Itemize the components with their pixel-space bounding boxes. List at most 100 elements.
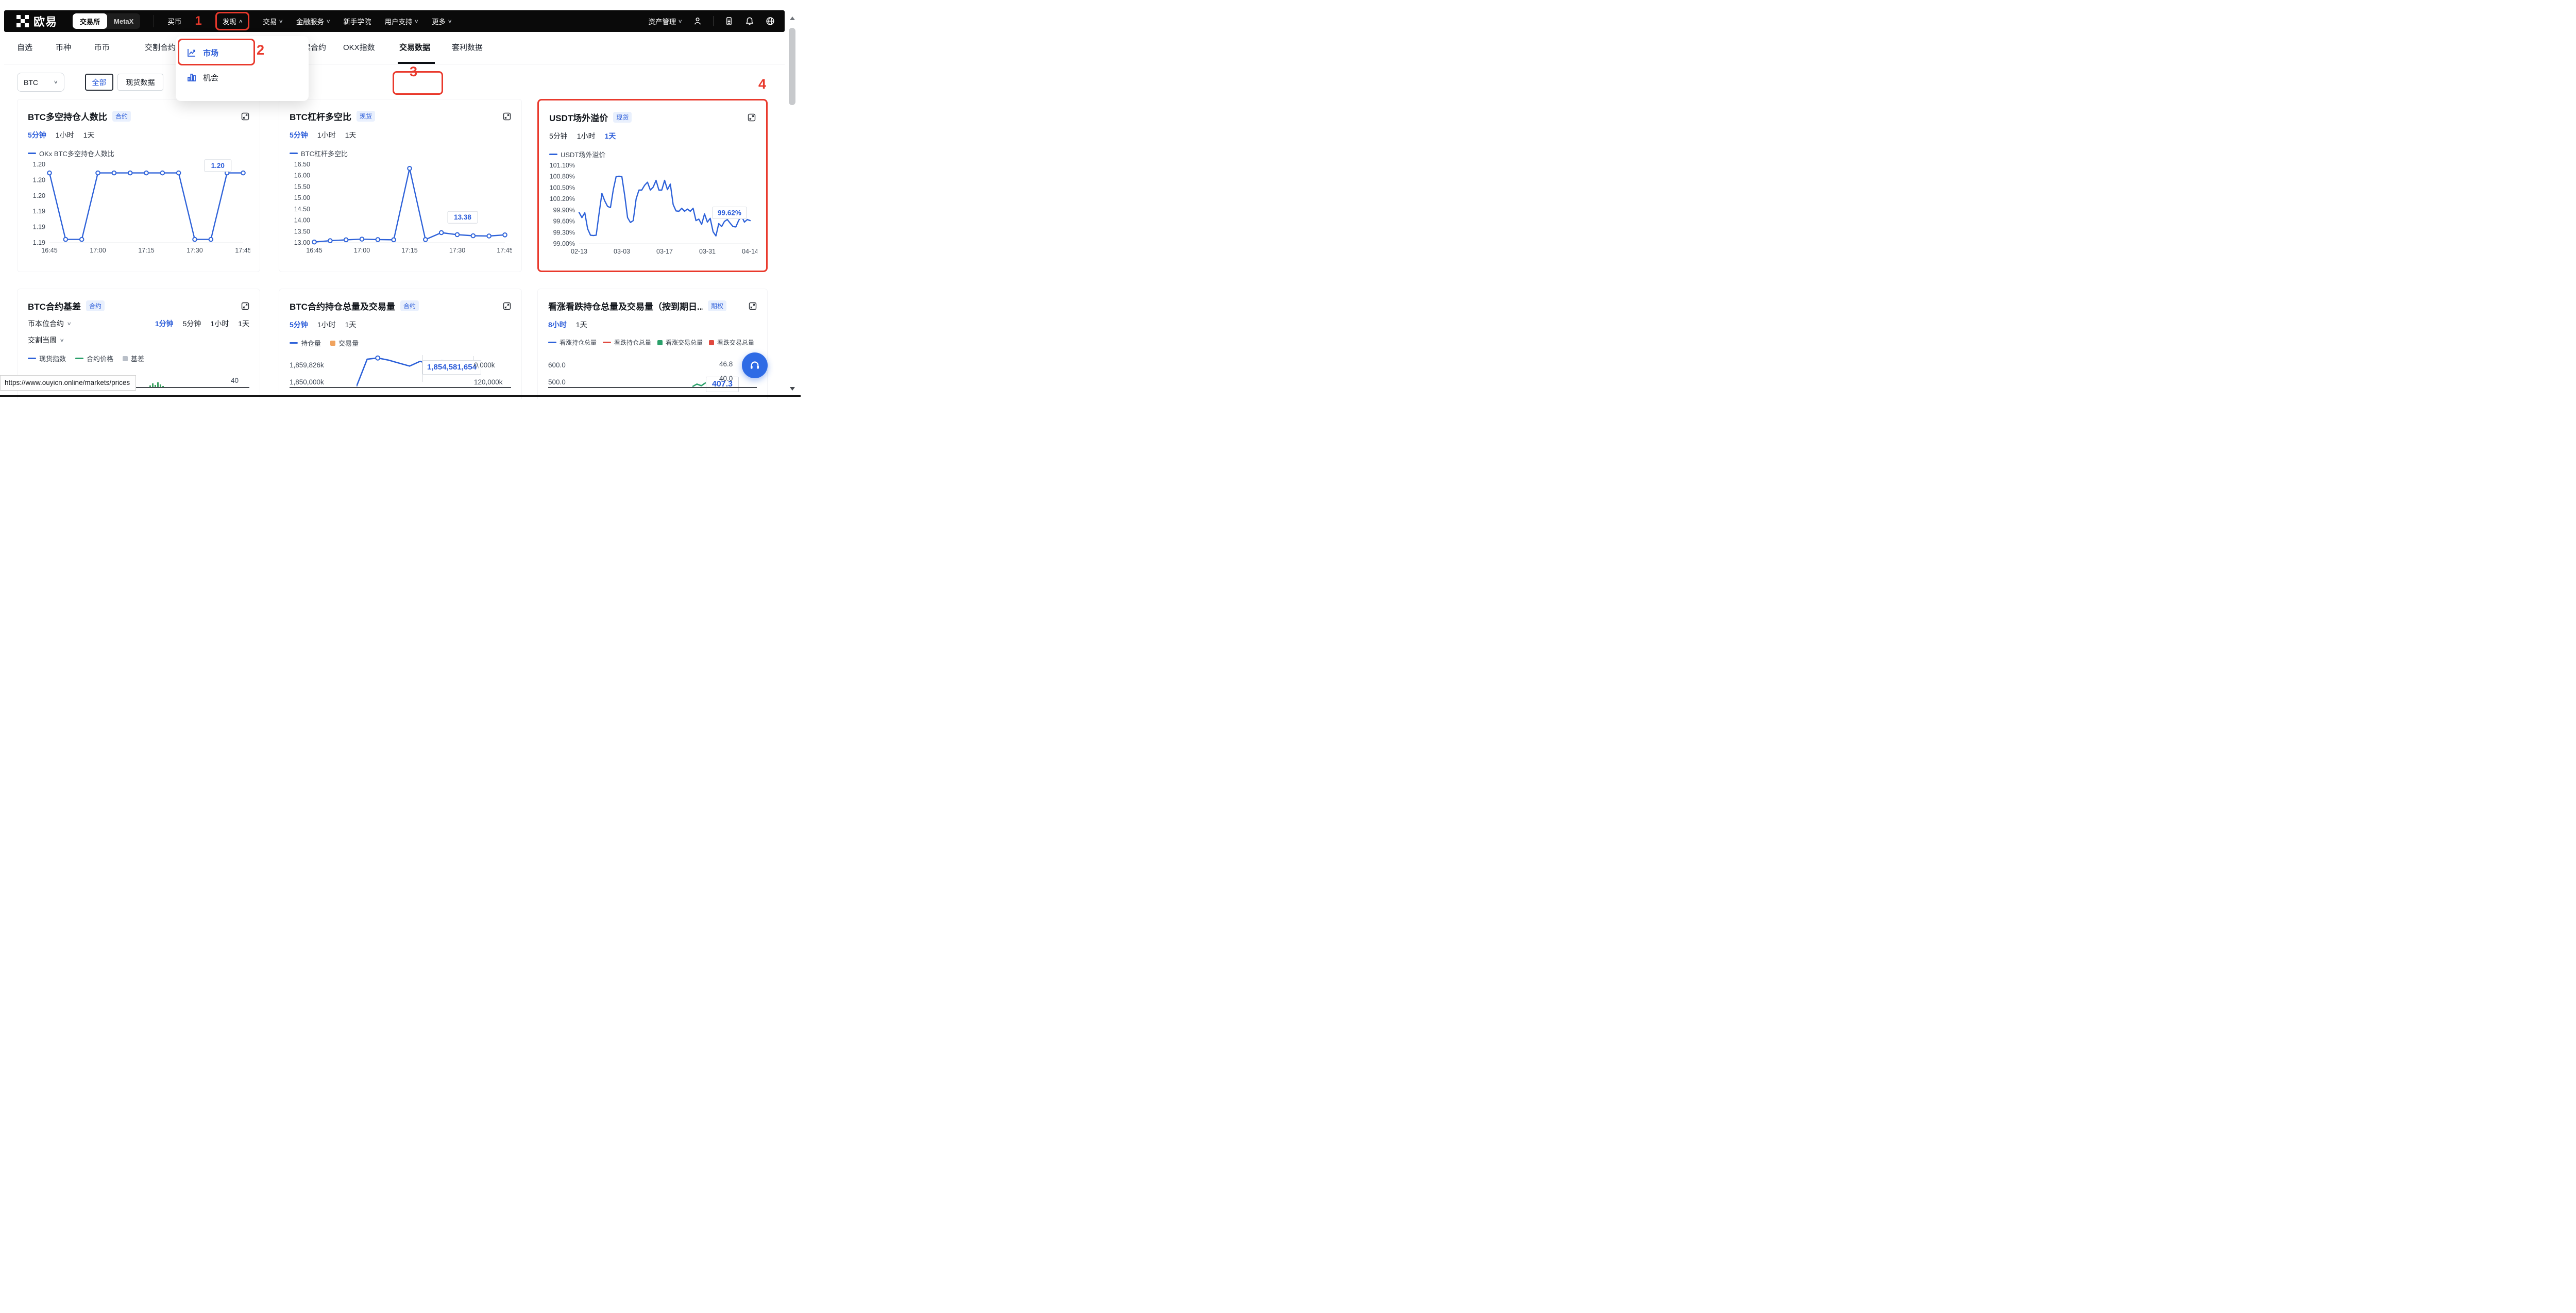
- legend-item[interactable]: 看涨交易总量: [657, 338, 703, 347]
- svg-text:16:45: 16:45: [306, 247, 322, 254]
- tab-5min[interactable]: 5分钟: [290, 319, 308, 330]
- scroll-down-arrow[interactable]: [790, 387, 795, 391]
- chevron-down-icon: ∨: [54, 79, 58, 85]
- tab-1day[interactable]: 1天: [83, 130, 95, 140]
- contract-type-select[interactable]: 币本位合约∨: [28, 318, 71, 329]
- okx-trade-data-page: 欧易 交易所 MetaX 买币 1 发现∧ 交易∨ 金融服务∨ 新手学院 用户支…: [0, 0, 801, 399]
- legend-item[interactable]: 看涨持仓总量: [548, 338, 597, 347]
- legend-item[interactable]: OKx BTC多空持仓人数比: [28, 148, 114, 158]
- legend-item[interactable]: 基差: [123, 354, 144, 363]
- svg-text:14.50: 14.50: [294, 206, 310, 213]
- tab-1day[interactable]: 1天: [345, 130, 357, 140]
- legend-item[interactable]: BTC杠杆多空比: [290, 148, 348, 158]
- right-axis-label: 0,000k: [474, 361, 495, 369]
- download-app-icon[interactable]: [724, 16, 734, 26]
- customer-support-button[interactable]: [742, 352, 768, 378]
- nav-buy-crypto[interactable]: 买币: [167, 16, 181, 26]
- legend-item[interactable]: 现货指数: [28, 354, 66, 363]
- annotation-step-1: 1: [195, 14, 201, 28]
- card-title: BTC合约持仓总量及交易量: [290, 299, 395, 312]
- tab-1min[interactable]: 1分钟: [155, 318, 174, 329]
- subnav-favorites[interactable]: 自选: [17, 32, 32, 63]
- right-axis-label: 120,000k: [474, 378, 503, 386]
- market-badge: 合约: [86, 300, 105, 311]
- right-axis-label: 46.8: [719, 360, 733, 368]
- expand-icon[interactable]: [241, 112, 249, 121]
- menu-item-opportunities[interactable]: 机会: [176, 65, 309, 90]
- expand-icon[interactable]: [749, 302, 757, 310]
- expand-icon[interactable]: [748, 113, 756, 122]
- toggle-exchange[interactable]: 交易所: [73, 13, 107, 29]
- globe-icon[interactable]: [765, 16, 775, 26]
- tab-5min[interactable]: 5分钟: [549, 131, 568, 141]
- coin-select[interactable]: BTC∨: [17, 73, 64, 92]
- annotation-step-4: 4: [758, 76, 766, 92]
- scrollbar-thumb[interactable]: [789, 28, 795, 105]
- svg-text:17:45: 17:45: [497, 247, 512, 254]
- expand-icon[interactable]: [503, 112, 511, 121]
- legend-item[interactable]: USDT场外溢价: [549, 149, 605, 159]
- okx-logo-icon: [16, 15, 29, 27]
- svg-text:13.38: 13.38: [454, 213, 471, 221]
- annotation-box-2: [178, 39, 255, 65]
- filter-spot-data-button[interactable]: 现货数据: [117, 74, 163, 91]
- tab-1day[interactable]: 1天: [345, 319, 357, 330]
- tab-1hour[interactable]: 1小时: [56, 130, 74, 140]
- chart-baseline: [290, 387, 511, 388]
- svg-text:17:15: 17:15: [401, 247, 417, 254]
- call-oi-line[interactable]: [692, 378, 706, 388]
- nav-trade[interactable]: 交易∨: [263, 16, 283, 26]
- legend: 现货指数 合约价格 基差: [28, 354, 249, 363]
- subnav-okx-index[interactable]: OKX指数: [343, 32, 375, 63]
- tab-1hour[interactable]: 1小时: [317, 130, 336, 140]
- tab-5min[interactable]: 5分钟: [28, 130, 46, 140]
- nav-more[interactable]: 更多∨: [432, 16, 452, 26]
- subnav-coins[interactable]: 币种: [56, 32, 71, 63]
- legend-item[interactable]: 看跌持仓总量: [603, 338, 651, 347]
- legend-item[interactable]: 看跌交易总量: [709, 338, 754, 347]
- tab-1hour[interactable]: 1小时: [210, 318, 229, 329]
- okx-logo[interactable]: 欧易: [16, 13, 57, 29]
- card-title: BTC多空持仓人数比: [28, 110, 107, 123]
- market-badge: 期权: [708, 300, 726, 311]
- legend-item[interactable]: 交易量: [330, 338, 359, 348]
- scroll-up-arrow[interactable]: [790, 16, 795, 20]
- tab-1hour[interactable]: 1小时: [577, 131, 596, 141]
- nav-academy[interactable]: 新手学院: [343, 16, 371, 26]
- tab-8hour[interactable]: 8小时: [548, 319, 567, 330]
- long-short-person-ratio-chart[interactable]: 1.201.201.201.191.191.1916:4517:0017:151…: [28, 158, 250, 255]
- nav-assets[interactable]: 资产管理∨: [648, 16, 682, 26]
- subnav-spot-pairs[interactable]: 币币: [94, 32, 110, 63]
- tab-5min[interactable]: 5分钟: [183, 318, 201, 329]
- tab-1day[interactable]: 1天: [605, 131, 616, 141]
- nav-support[interactable]: 用户支持∨: [384, 16, 418, 26]
- tab-1day[interactable]: 1天: [576, 319, 587, 330]
- expand-icon[interactable]: [241, 302, 249, 310]
- legend-item[interactable]: 合约价格: [75, 354, 113, 363]
- expand-icon[interactable]: [503, 302, 511, 310]
- legend: USDT场外溢价: [549, 149, 756, 159]
- toggle-metax[interactable]: MetaX: [107, 13, 140, 29]
- basis-volume-bars[interactable]: [149, 381, 166, 387]
- subnav-trading-data[interactable]: 交易数据: [399, 32, 430, 63]
- tab-1day[interactable]: 1天: [238, 318, 249, 329]
- filter-all-button[interactable]: 全部: [85, 74, 113, 91]
- subnav-arbitrage-data[interactable]: 套利数据: [452, 32, 483, 63]
- nav-discover[interactable]: 发现∧: [215, 12, 250, 30]
- left-axis-label: 1,859,826k: [290, 361, 324, 369]
- svg-text:02-13: 02-13: [571, 248, 587, 255]
- tab-1hour[interactable]: 1小时: [317, 319, 336, 330]
- nav-financial[interactable]: 金融服务∨: [296, 16, 330, 26]
- period-tabs: 5分钟 1小时 1天: [28, 130, 249, 140]
- tab-5min[interactable]: 5分钟: [290, 130, 308, 140]
- margin-long-short-ratio-chart[interactable]: 16.5016.0015.5015.0014.5014.0013.5013.00…: [290, 158, 512, 255]
- subnav-delivery-futures[interactable]: 交割合约: [145, 32, 176, 63]
- bell-icon[interactable]: [744, 16, 755, 26]
- card-title: BTC杠杆多空比: [290, 110, 351, 123]
- usdt-otc-premium-chart[interactable]: 101.10%100.80%100.50%100.20%99.90%99.60%…: [549, 159, 757, 256]
- svg-text:17:30: 17:30: [187, 247, 202, 254]
- legend-item[interactable]: 持仓量: [290, 338, 321, 348]
- user-icon[interactable]: [692, 16, 703, 26]
- vertical-scrollbar: [787, 10, 798, 396]
- delivery-week-select[interactable]: 交割当周∨: [28, 335, 64, 345]
